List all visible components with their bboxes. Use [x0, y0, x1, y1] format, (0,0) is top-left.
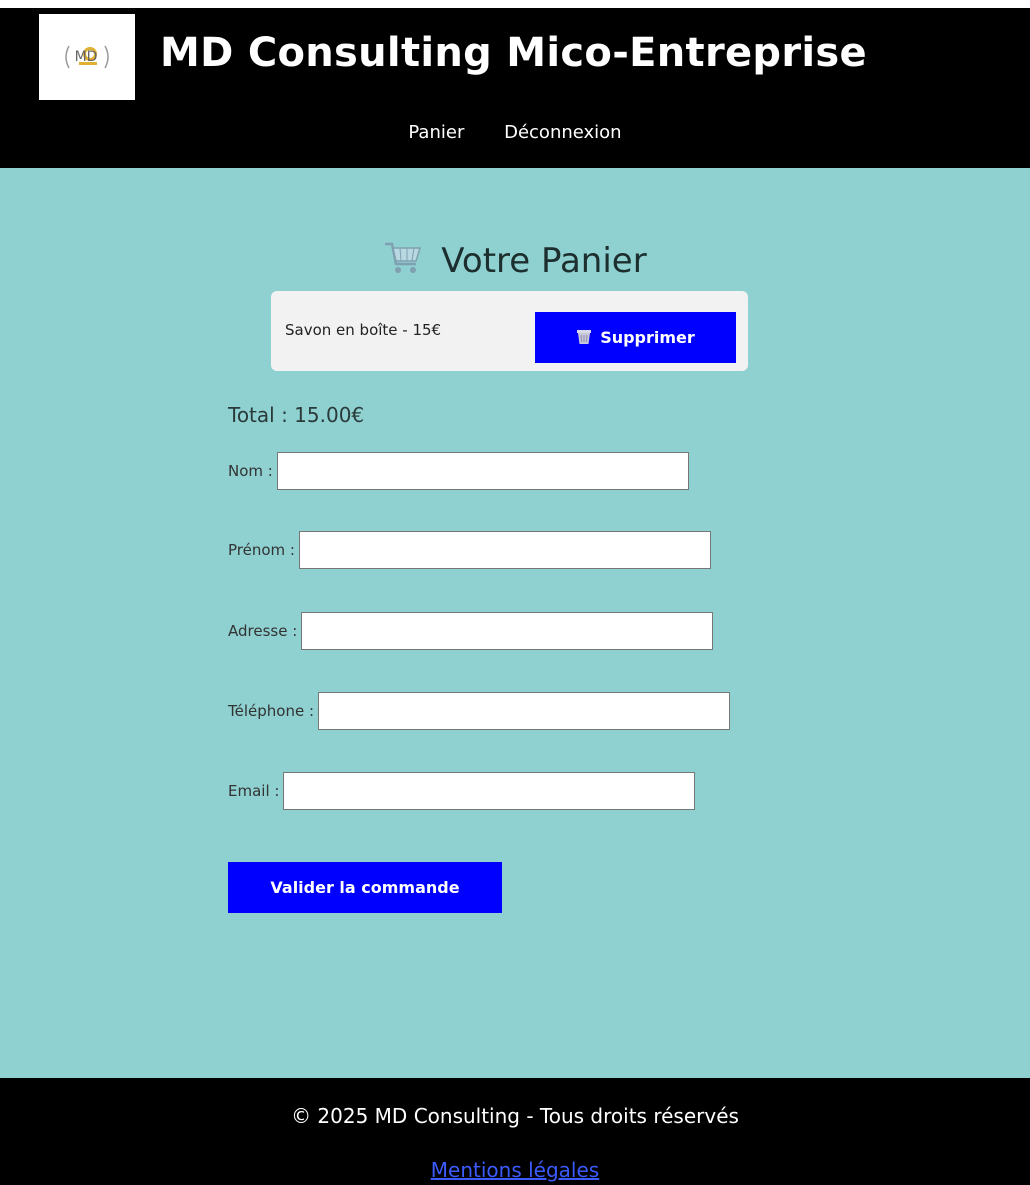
site-footer: © 2025 MD Consulting - Tous droits réser… — [0, 1078, 1030, 1185]
delete-button-label: Supprimer — [600, 328, 695, 347]
legal-link-wrapper: Mentions légales — [0, 1158, 1030, 1182]
field-row-prenom: Prénom : — [228, 529, 711, 571]
field-row-telephone: Téléphone : — [228, 690, 731, 732]
site-logo[interactable]: MD — [39, 14, 135, 100]
telephone-label: Téléphone : — [228, 702, 315, 720]
submit-order-button[interactable]: Valider la commande — [228, 862, 502, 913]
main-content: Votre Panier Savon en boîte - 15€ Suppri… — [0, 168, 1030, 1078]
legal-notice-link[interactable]: Mentions légales — [431, 1158, 599, 1182]
nav-link-panier[interactable]: Panier — [408, 122, 464, 143]
telephone-input[interactable] — [318, 692, 731, 730]
email-input[interactable] — [283, 772, 696, 810]
adresse-label: Adresse : — [228, 622, 298, 640]
cart-title-text: Votre Panier — [441, 241, 647, 281]
nav-link-deconnexion[interactable]: Déconnexion — [504, 122, 622, 143]
adresse-input[interactable] — [301, 612, 714, 650]
delete-item-button[interactable]: Supprimer — [535, 312, 736, 363]
main-nav: Panier Déconnexion — [0, 122, 1030, 143]
field-row-email: Email : — [228, 770, 696, 812]
page: MD MD Consulting Mico-Entreprise Panier … — [0, 0, 1030, 1185]
logo-graphic: MD — [65, 45, 109, 69]
prenom-input[interactable] — [298, 531, 711, 569]
trash-icon — [576, 329, 592, 345]
site-title: MD Consulting Mico-Entreprise — [160, 30, 867, 76]
site-header: MD MD Consulting Mico-Entreprise Panier … — [0, 8, 1030, 168]
cart-total: Total : 15.00€ — [228, 403, 365, 427]
email-label: Email : — [228, 782, 280, 800]
prenom-label: Prénom : — [228, 541, 295, 559]
nom-input[interactable] — [276, 452, 689, 490]
shopping-cart-icon — [383, 240, 423, 276]
cart-title: Votre Panier — [0, 240, 1030, 281]
field-row-nom: Nom : — [228, 450, 689, 492]
cart-item: Savon en boîte - 15€ Supprimer — [271, 291, 748, 371]
copyright-text: © 2025 MD Consulting - Tous droits réser… — [291, 1104, 739, 1128]
field-row-adresse: Adresse : — [228, 610, 714, 652]
cart-item-label: Savon en boîte - 15€ — [285, 321, 442, 339]
nom-label: Nom : — [228, 462, 273, 480]
